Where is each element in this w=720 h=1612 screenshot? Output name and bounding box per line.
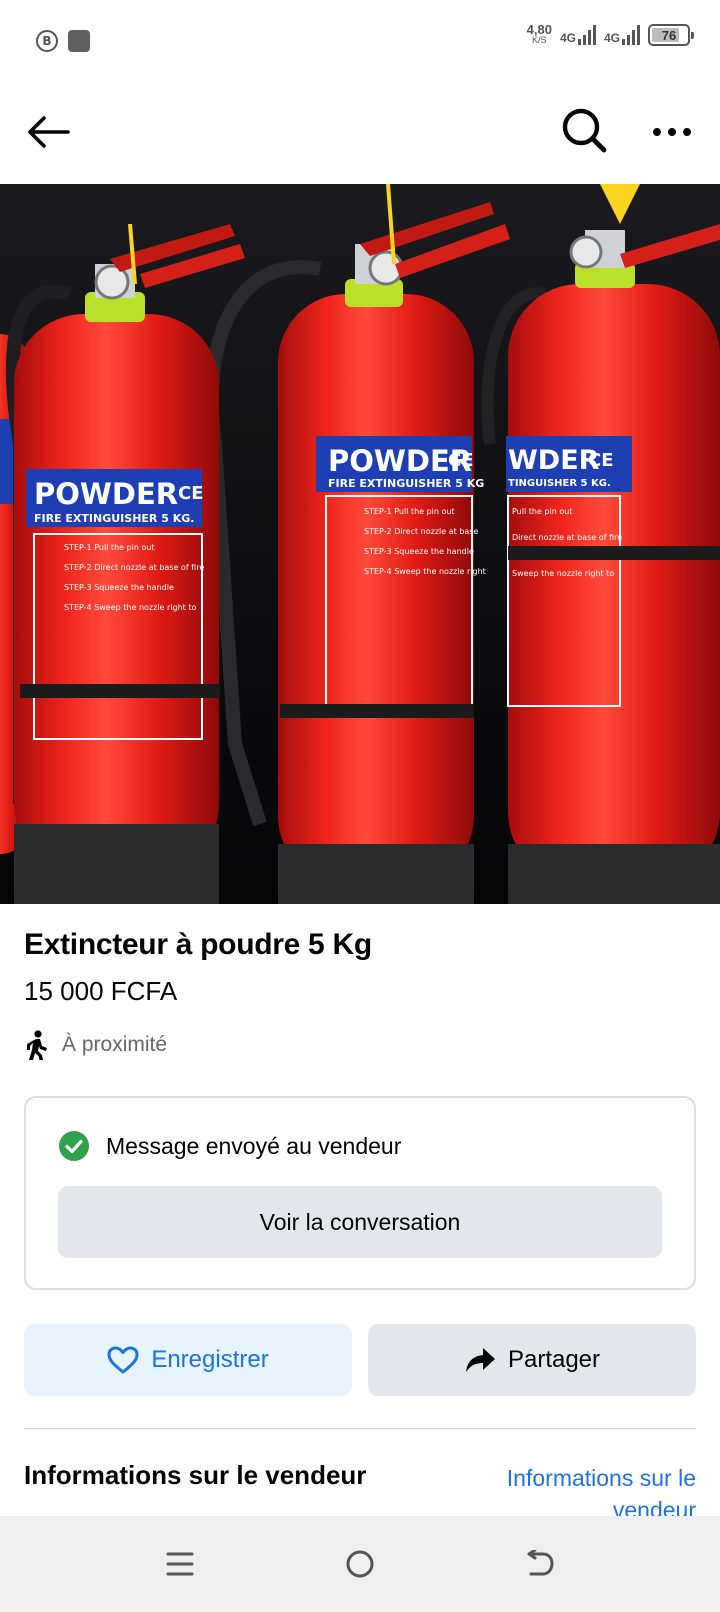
svg-text:STEP-1 Pull the pin out: STEP-1 Pull the pin out (64, 543, 155, 552)
network-type-2: 4G (603, 31, 620, 45)
svg-text:POWDER: POWDER (34, 477, 178, 511)
home-circle-icon (346, 1550, 374, 1578)
status-right-icons: 4,80 K/S 4G 4G 76 (526, 22, 694, 46)
location-row: À proximité (24, 1030, 167, 1060)
more-horizontal-icon (653, 128, 691, 136)
menu-lines-icon (166, 1552, 194, 1576)
recent-apps-button[interactable] (160, 1544, 200, 1584)
svg-text:CE: CE (178, 483, 204, 504)
section-divider (24, 1428, 696, 1429)
network-speed-value: 4,80 (526, 22, 552, 37)
heart-icon (107, 1346, 139, 1374)
notification-b-icon: B (36, 30, 58, 52)
product-image[interactable]: POWDER CE FIRE EXTINGUISHER 5 KG. STEP-1… (0, 184, 720, 904)
share-button[interactable]: Partager (368, 1324, 696, 1396)
view-conversation-button[interactable]: Voir la conversation (58, 1186, 662, 1258)
svg-text:CE: CE (588, 450, 614, 471)
svg-text:STEP-3 Squeeze the handle: STEP-3 Squeeze the handle (364, 547, 474, 556)
battery-level: 76 (661, 27, 677, 43)
more-button[interactable] (648, 108, 696, 156)
share-label: Partager (507, 1346, 601, 1373)
walking-person-icon (27, 1030, 47, 1060)
home-button[interactable] (340, 1544, 380, 1584)
svg-text:FIRE EXTINGUISHER 5 KG: FIRE EXTINGUISHER 5 KG (328, 477, 484, 490)
battery-icon: 76 (648, 24, 694, 46)
network-type-1: 4G (559, 31, 576, 45)
return-arrow-icon (527, 1550, 554, 1576)
network-speed: 4,80 K/S (526, 22, 552, 46)
svg-text:STEP-2 Direct nozzle at base: STEP-2 Direct nozzle at base (364, 527, 478, 536)
svg-text:STEP-3 Squeeze the handle: STEP-3 Squeeze the handle (64, 583, 174, 592)
search-button[interactable] (558, 104, 610, 156)
system-nav-bar (0, 1516, 720, 1612)
product-title: Extincteur à poudre 5 Kg (24, 928, 372, 961)
signal-2: 4G (604, 25, 640, 45)
location-label: À proximité (62, 1033, 168, 1056)
network-speed-unit: K/S (532, 35, 547, 45)
svg-text:STEP-2 Direct nozzle at base o: STEP-2 Direct nozzle at base of fire (64, 563, 204, 572)
message-sent-card: Message envoyé au vendeur Voir la conver… (24, 1096, 696, 1290)
svg-text:STEP-4 Sweep the nozzle right: STEP-4 Sweep the nozzle right to (64, 603, 196, 612)
status-bar: B 4,80 K/S 4G 4G 76 (0, 0, 720, 80)
svg-text:STEP-1 Pull the pin out: STEP-1 Pull the pin out (364, 507, 455, 516)
svg-text:Sweep the nozzle right to: Sweep the nozzle right to (512, 569, 614, 578)
arrow-left-icon (28, 116, 70, 148)
message-status-text: Message envoyé au vendeur (106, 1132, 402, 1159)
svg-text:TINGUISHER 5 KG.: TINGUISHER 5 KG. (508, 478, 611, 489)
status-left-icons: B (36, 30, 90, 52)
signal-1: 4G (560, 25, 596, 45)
signal-bars-icon (622, 25, 640, 45)
check-circle-icon (59, 1131, 89, 1161)
message-status-row: Message envoyé au vendeur (58, 1130, 401, 1162)
fire-extinguisher-photo: POWDER CE FIRE EXTINGUISHER 5 KG. STEP-1… (0, 184, 720, 904)
notification-square-icon (68, 30, 90, 52)
svg-text:CE: CE (448, 450, 474, 471)
share-arrow-icon (465, 1348, 495, 1372)
svg-text:FIRE EXTINGUISHER 5 KG.: FIRE EXTINGUISHER 5 KG. (34, 512, 194, 525)
svg-text:WDER: WDER (508, 445, 600, 476)
top-nav (0, 80, 720, 184)
svg-text:STEP-4 Sweep the nozzle right: STEP-4 Sweep the nozzle right (364, 567, 486, 576)
save-button[interactable]: Enregistrer (24, 1324, 352, 1396)
signal-bars-icon (577, 25, 596, 45)
seller-info-heading: Informations sur le vendeur (24, 1460, 367, 1490)
search-icon (562, 108, 607, 153)
svg-text:Direct nozzle at base of fire: Direct nozzle at base of fire (512, 533, 622, 542)
save-label: Enregistrer (151, 1346, 269, 1373)
back-system-button[interactable] (520, 1544, 560, 1584)
back-button[interactable] (24, 108, 72, 156)
svg-text:Pull the pin out: Pull the pin out (512, 507, 572, 516)
product-price: 15 000 FCFA (24, 976, 178, 1006)
